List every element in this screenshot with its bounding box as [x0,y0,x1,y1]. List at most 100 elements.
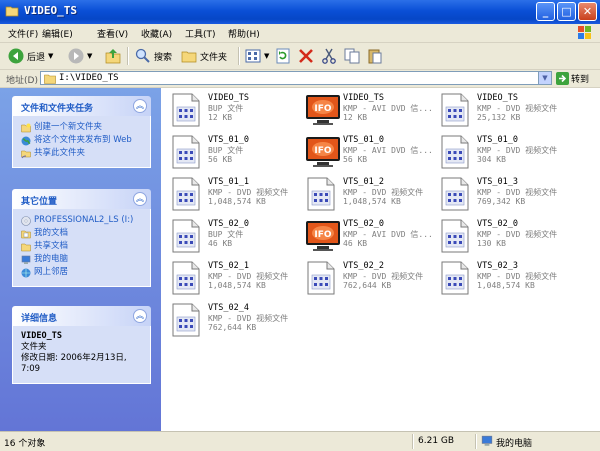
paste-button[interactable] [367,47,383,65]
go-button[interactable]: 转到 [556,72,589,85]
copy-button[interactable] [344,47,360,65]
address-dropdown-button[interactable]: ▼ [538,72,551,84]
refresh-button[interactable] [275,47,291,65]
collapse-chevron-icon[interactable]: ︽ [133,309,147,323]
file-item[interactable]: VIDEO_TS BUP 文件 12 KB [166,91,298,131]
file-item[interactable]: VTS_02_1 KMP - DVD 视频文件 1,048,574 KB [166,259,298,299]
place-network[interactable]: 网上邻居 [21,267,144,278]
menu-help[interactable]: 帮助(H) [228,27,260,40]
file-item[interactable]: IFO VTS_01_0 KMP - AVI DVD 信... 56 KB [301,133,433,173]
go-label: 转到 [571,75,590,85]
file-item[interactable]: IFO VTS_02_0 KMP - AVI DVD 信... 46 KB [301,217,433,257]
video-file-icon [439,219,471,256]
ifo-file-icon: IFO [305,93,341,130]
file-name: VTS_01_0 [208,135,249,145]
file-name: VIDEO_TS [477,93,518,103]
file-size: 56 KB [208,155,233,164]
file-name: VTS_01_1 [208,177,249,187]
status-location: 我的电脑 [496,439,533,449]
video-file-icon [439,135,471,172]
file-name: VIDEO_TS [208,93,249,103]
address-input[interactable]: I:\VIDEO_TS ▼ [40,71,552,85]
menu-file[interactable]: 文件(F) [8,27,38,40]
globe-icon [21,136,31,146]
status-bar: 16 个对象 6.21 GB 我的电脑 [0,431,600,451]
shared-documents-icon [21,243,31,252]
file-item[interactable]: VTS_01_3 KMP - DVD 视频文件 769,342 KB [435,175,567,215]
menu-favorites[interactable]: 收藏(A) [141,27,172,40]
place-my-documents[interactable]: 我的文档 [21,228,144,239]
menu-edit[interactable]: 编辑(E) [42,27,73,40]
place-my-computer[interactable]: 我的电脑 [21,254,144,265]
svg-text:IFO: IFO [314,104,331,114]
search-icon [135,48,150,63]
file-item[interactable]: VTS_01_0 KMP - DVD 视频文件 304 KB [435,133,567,173]
file-name: VTS_01_0 [477,135,518,145]
task-publish-web[interactable]: 将这个文件夹发布到 Web [21,135,144,146]
file-item[interactable]: VTS_01_0 BUP 文件 56 KB [166,133,298,173]
collapse-chevron-icon[interactable]: ︽ [133,192,147,206]
back-button[interactable]: 后退 ▼ [8,47,53,65]
menu-view[interactable]: 查看(V) [97,27,128,40]
details-modified: 修改日期: 2006年2月13日, 7:09 [21,353,127,374]
close-button[interactable]: ✕ [578,2,597,21]
delete-button[interactable] [298,47,314,65]
file-name: VTS_02_0 [343,219,384,229]
task-share-folder[interactable]: 共享此文件夹 [21,148,144,159]
address-path: I:\VIDEO_TS [59,73,119,83]
file-item[interactable]: VTS_02_0 KMP - DVD 视频文件 130 KB [435,217,567,257]
panel-header[interactable]: 其它位置 ︽ [12,189,151,209]
file-item[interactable]: VTS_02_3 KMP - DVD 视频文件 1,048,574 KB [435,259,567,299]
video-file-icon [170,177,202,214]
file-item[interactable]: VTS_01_1 KMP - DVD 视频文件 1,048,574 KB [166,175,298,215]
search-button[interactable]: 搜索 [135,47,172,65]
panel-header[interactable]: 详细信息 ︽ [12,306,151,326]
file-item[interactable]: VTS_02_4 KMP - DVD 视频文件 762,644 KB [166,301,298,341]
file-size: 1,048,574 KB [208,281,266,290]
generic-file-icon [170,93,202,130]
details-name: VIDEO_TS [21,331,62,341]
file-name: VTS_01_0 [343,135,384,145]
maximize-button[interactable]: □ [557,2,576,21]
my-computer-icon [21,255,31,264]
place-shared-documents[interactable]: 共享文档 [21,241,144,252]
file-folder-tasks-panel: 文件和文件夹任务 ︽ 创建一个新文件夹 将这个文件夹发布到 Web 共享此文件夹 [12,96,151,168]
task-new-folder[interactable]: 创建一个新文件夹 [21,122,144,133]
address-label: 地址(D) [6,76,38,86]
file-name: VTS_02_2 [343,261,384,271]
file-item[interactable]: IFO VIDEO_TS KMP - AVI DVD 信... 12 KB [301,91,433,131]
views-icon [245,49,261,63]
ifo-file-icon: IFO [305,135,341,172]
video-file-icon [170,303,202,340]
svg-text:IFO: IFO [314,146,331,156]
video-file-icon [305,261,337,298]
cut-button[interactable] [321,47,337,65]
views-button[interactable]: ▼ [245,47,269,65]
panel-header[interactable]: 文件和文件夹任务 ︽ [12,96,151,116]
minimize-button[interactable]: _ [536,2,555,21]
file-list[interactable]: VIDEO_TS BUP 文件 12 KB IFO VIDEO_TS KMP - AVI … [161,88,600,431]
folders-button[interactable]: 文件夹 [181,47,227,65]
place-label: 网上邻居 [34,267,69,277]
panel-title: 其它位置 [21,197,58,207]
place-drive-i[interactable]: PROFESSIONAL2_LS (I:) [21,215,144,226]
title-bar[interactable]: VIDEO_TS _ □ ✕ [0,0,600,24]
file-item[interactable]: VTS_02_2 KMP - DVD 视频文件 762,644 KB [301,259,433,299]
windows-logo-icon [578,26,591,39]
up-folder-button[interactable] [104,47,122,65]
file-item[interactable]: VTS_02_0 BUP 文件 46 KB [166,217,298,257]
address-bar: 地址(D) I:\VIDEO_TS ▼ 转到 [0,70,600,88]
video-file-icon [439,261,471,298]
file-item[interactable]: VTS_01_2 KMP - DVD 视频文件 1,048,574 KB [301,175,433,215]
file-size: 762,644 KB [208,323,257,332]
file-size: 304 KB [477,155,506,164]
file-item[interactable]: VIDEO_TS KMP - DVD 视频文件 25,132 KB [435,91,567,131]
back-label: 后退 [27,52,46,63]
file-size: 12 KB [208,113,233,122]
menu-tools[interactable]: 工具(T) [185,27,216,40]
forward-button[interactable]: ▼ [68,47,92,65]
file-size: 130 KB [477,239,506,248]
collapse-chevron-icon[interactable]: ︽ [133,99,147,113]
file-size: 1,048,574 KB [208,197,266,206]
dvd-drive-icon [21,216,31,226]
